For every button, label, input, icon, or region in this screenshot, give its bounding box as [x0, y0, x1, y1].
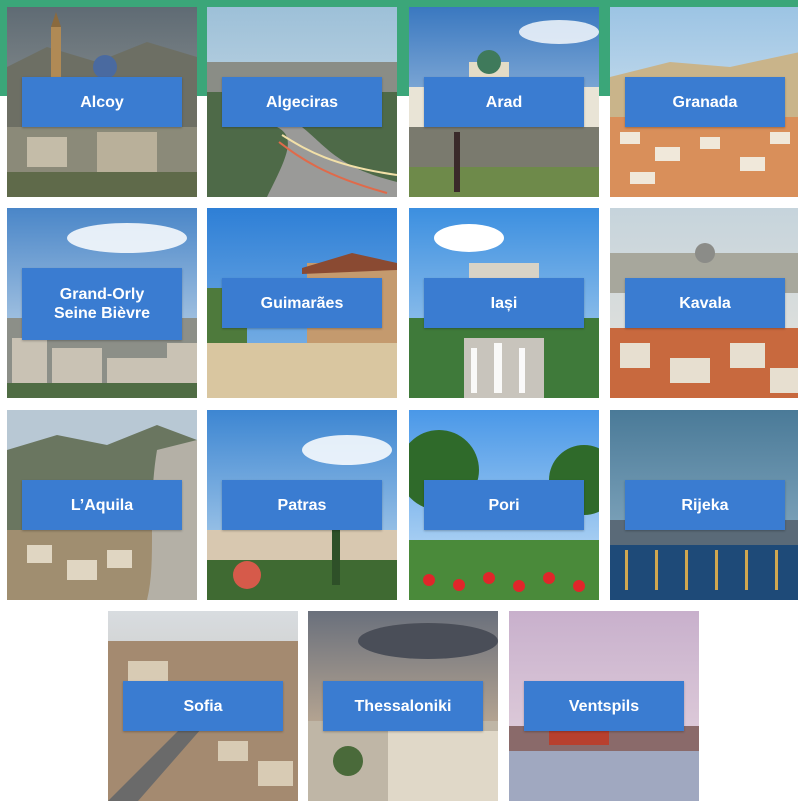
city-tile-iasi[interactable]: Iași [409, 208, 599, 398]
city-label-grand-orly[interactable]: Grand-Orly Seine Bièvre [22, 268, 182, 340]
city-tile-patras[interactable]: Patras [207, 410, 397, 600]
city-label-granada[interactable]: Granada [625, 77, 785, 127]
city-tile-pori[interactable]: Pori [409, 410, 599, 600]
city-tile-arad[interactable]: Arad [409, 7, 599, 197]
city-label-line-2: Seine Bièvre [53, 305, 151, 322]
city-label-kavala[interactable]: Kavala [625, 278, 785, 328]
city-label-alcoy[interactable]: Alcoy [22, 77, 182, 127]
city-label-rijeka[interactable]: Rijeka [625, 480, 785, 530]
city-label-arad[interactable]: Arad [424, 77, 584, 127]
city-tile-granada[interactable]: Granada [610, 7, 798, 197]
city-label-iasi[interactable]: Iași [424, 278, 584, 328]
city-tile-sofia[interactable]: Sofia [108, 611, 298, 801]
city-label-line-1: Grand-Orly [59, 286, 145, 303]
city-tile-kavala[interactable]: Kavala [610, 208, 798, 398]
city-label-thessaloniki[interactable]: Thessaloniki [323, 681, 483, 731]
city-tile-thessaloniki[interactable]: Thessaloniki [308, 611, 498, 801]
city-label-pori[interactable]: Pori [424, 480, 584, 530]
city-tile-rijeka[interactable]: Rijeka [610, 410, 798, 600]
city-tile-ventspils[interactable]: Ventspils [509, 611, 699, 801]
city-label-algeciras[interactable]: Algeciras [222, 77, 382, 127]
city-label-laquila[interactable]: L’Aquila [22, 480, 182, 530]
city-tile-algeciras[interactable]: Algeciras [207, 7, 397, 197]
city-tile-laquila[interactable]: L’Aquila [7, 410, 197, 600]
city-tile-alcoy[interactable]: Alcoy [7, 7, 197, 197]
city-tile-guimaraes[interactable]: Guimarães [207, 208, 397, 398]
city-label-patras[interactable]: Patras [222, 480, 382, 530]
city-label-guimaraes[interactable]: Guimarães [222, 278, 382, 328]
city-tile-grand-orly[interactable]: Grand-Orly Seine Bièvre [7, 208, 197, 398]
city-label-ventspils[interactable]: Ventspils [524, 681, 684, 731]
city-label-sofia[interactable]: Sofia [123, 681, 283, 731]
